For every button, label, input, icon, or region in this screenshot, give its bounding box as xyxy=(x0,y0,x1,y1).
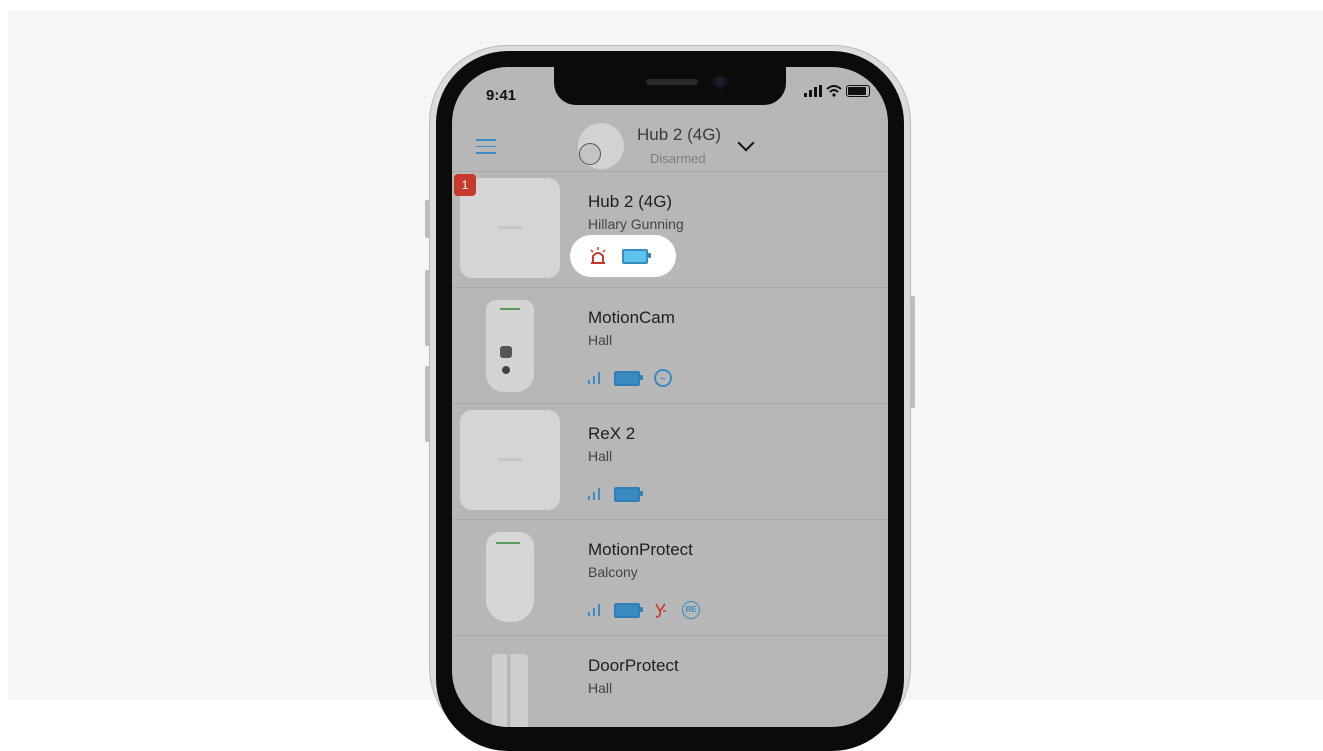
status-icons xyxy=(804,85,870,97)
device-room: Balcony xyxy=(588,564,638,580)
wifi-icon xyxy=(826,85,842,97)
device-row-doorprotect[interactable]: DoorProtect Hall xyxy=(452,635,888,727)
notch xyxy=(554,67,786,105)
tamper-icon xyxy=(655,603,666,618)
hub-selector-title[interactable]: Hub 2 (4G) xyxy=(637,125,721,145)
highlighted-status-icons xyxy=(570,235,676,277)
motionprotect-device-image xyxy=(486,532,534,622)
status-time: 9:41 xyxy=(486,87,517,104)
rex-device-image xyxy=(460,410,560,510)
battery-icon xyxy=(614,602,643,618)
hub-avatar[interactable] xyxy=(578,123,624,169)
siren-alarm-icon xyxy=(590,247,606,264)
cellular-signal-icon xyxy=(804,85,822,97)
device-row-motionprotect[interactable]: MotionProtect Balcony RE xyxy=(452,519,888,635)
phone-screen: 9:41 Hub 2 (4G) Disarmed 1 Hub 2 (4G) Hi… xyxy=(452,67,888,727)
battery-icon xyxy=(614,370,643,386)
device-name: MotionProtect xyxy=(588,540,693,559)
device-room: Hall xyxy=(588,680,613,696)
chevron-down-icon[interactable] xyxy=(737,134,755,152)
hub-arm-status: Disarmed xyxy=(650,151,706,166)
rex-icon: RE xyxy=(682,601,700,619)
device-row-motioncam[interactable]: MotionCam Hall – xyxy=(452,287,888,403)
device-name: MotionCam xyxy=(588,308,675,327)
device-status-icons: RE xyxy=(588,600,700,620)
device-list: 1 Hub 2 (4G) Hillary Gunning MotionCam H… xyxy=(452,171,888,727)
battery-icon xyxy=(614,486,643,502)
device-status-icons: – xyxy=(588,368,672,388)
delay-icon: – xyxy=(654,369,672,387)
doorprotect-device-image xyxy=(492,654,528,727)
device-status-icons xyxy=(588,484,643,504)
device-room: Hall xyxy=(588,332,613,348)
alert-count-badge: 1 xyxy=(454,174,476,196)
motioncam-device-image xyxy=(486,300,534,392)
signal-icon xyxy=(588,488,600,500)
battery-icon xyxy=(622,248,651,264)
app-header: Hub 2 (4G) Disarmed xyxy=(452,117,888,171)
device-row-hub[interactable]: 1 Hub 2 (4G) Hillary Gunning xyxy=(452,171,888,287)
front-camera xyxy=(712,74,728,90)
speaker xyxy=(646,79,698,85)
device-room: Hillary Gunning xyxy=(588,216,684,232)
device-room: Hall xyxy=(588,448,613,464)
signal-icon xyxy=(588,372,600,384)
device-status-icons xyxy=(588,246,651,266)
status-battery-icon xyxy=(846,85,870,97)
menu-icon[interactable] xyxy=(476,139,496,154)
device-row-rex[interactable]: ReX 2 Hall xyxy=(452,403,888,519)
signal-icon xyxy=(588,604,600,616)
device-name: DoorProtect xyxy=(588,656,679,675)
device-name: Hub 2 (4G) xyxy=(588,192,673,211)
device-name: ReX 2 xyxy=(588,424,636,443)
